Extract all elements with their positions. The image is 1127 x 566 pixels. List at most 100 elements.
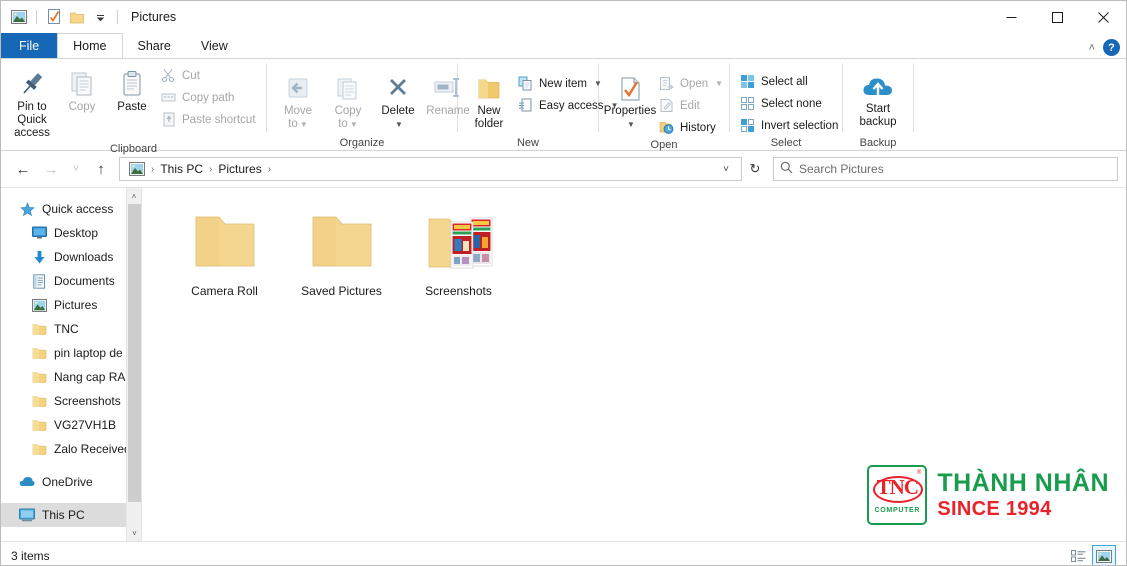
copy-path-button[interactable]: Copy path — [157, 87, 261, 108]
sidebar-item-label: Screenshots — [54, 394, 121, 408]
ribbon-divider-6 — [913, 63, 914, 132]
sidebar-item-label: Pictures — [54, 298, 98, 312]
chevron-down-icon[interactable]: ▼ — [627, 118, 635, 131]
chevron-down-icon[interactable]: ▼ — [395, 118, 403, 131]
file-list-pane[interactable]: Camera Roll Saved Pictures Screenshots ®… — [142, 188, 1126, 541]
copy-to-button[interactable]: Copy to ▼ — [323, 67, 373, 133]
quick-access-toolbar — [1, 5, 122, 29]
ribbon-group-clipboard: Pin to Quick access Copy Paste Cut Copy … — [1, 59, 266, 155]
sidebar-item-desktop[interactable]: Desktop — [1, 221, 141, 245]
group-label-organize: Organize — [339, 137, 385, 149]
btn-label: Edit — [680, 99, 700, 112]
new-folder-icon[interactable] — [67, 7, 87, 27]
paste-shortcut-button[interactable]: Paste shortcut — [157, 109, 261, 130]
sidebar-item-onedrive[interactable]: OneDrive — [1, 470, 141, 494]
breadcrumb[interactable]: › This PC › Pictures › ˅ — [119, 157, 742, 181]
btn-label: Select none — [761, 97, 822, 110]
back-button[interactable]: ← — [9, 155, 37, 183]
easy-access-icon — [517, 97, 534, 114]
breadcrumb-dropdown-icon[interactable]: ˅ — [715, 158, 737, 180]
sidebar-item-label: Quick access — [42, 202, 114, 216]
close-button[interactable] — [1080, 1, 1126, 33]
paste-button[interactable]: Paste — [107, 63, 157, 116]
sidebar-item-pin-laptop-de[interactable]: pin laptop de — [1, 341, 141, 365]
sidebar-item-zalo-received-files[interactable]: Zalo Received Fi — [1, 437, 141, 461]
start-backup-button[interactable]: Start backup — [853, 65, 903, 131]
select-all-button[interactable]: Select all — [736, 71, 843, 92]
properties-icon[interactable] — [44, 7, 64, 27]
sidebar-item-tnc[interactable]: TNC — [1, 317, 141, 341]
sidebar-item-screenshots[interactable]: Screenshots — [1, 389, 141, 413]
list-item[interactable]: Saved Pictures — [283, 202, 400, 302]
breadcrumb-root-icon[interactable] — [124, 159, 150, 179]
invert-selection-button[interactable]: Invert selection — [736, 115, 843, 136]
sidebar-item-pictures[interactable]: Pictures — [1, 293, 141, 317]
sidebar-item-vg27vh1b[interactable]: VG27VH1B — [1, 413, 141, 437]
breadcrumb-item-this-pc[interactable]: This PC — [155, 159, 208, 179]
up-button[interactable]: ↑ — [87, 155, 115, 183]
list-item[interactable]: Camera Roll — [166, 202, 283, 302]
tab-home[interactable]: Home — [57, 33, 123, 58]
watermark-line1: THÀNH NHÂN — [937, 469, 1109, 497]
chevron-down-icon[interactable]: ▼ — [715, 79, 723, 88]
desktop-icon — [31, 225, 47, 241]
breadcrumb-item-pictures[interactable]: Pictures — [213, 159, 266, 179]
select-none-icon — [739, 95, 756, 112]
tab-view[interactable]: View — [186, 33, 243, 58]
paste-shortcut-icon — [160, 111, 177, 128]
pictures-icon[interactable] — [9, 7, 29, 27]
new-folder-button[interactable]: New folder — [464, 67, 514, 133]
pin-to-quick-access-button[interactable]: Pin to Quick access — [7, 63, 57, 142]
details-view-button[interactable] — [1066, 545, 1090, 565]
history-button[interactable]: History — [655, 117, 728, 138]
maximize-button[interactable] — [1034, 1, 1080, 33]
scroll-down-button[interactable]: ˅ — [127, 525, 141, 541]
sidebar-item-this-pc[interactable]: This PC — [1, 503, 141, 527]
sidebar-item-quick-access[interactable]: Quick access — [1, 197, 141, 221]
file-explorer-window: Pictures File Home Share View ˄ ? Pin to… — [0, 0, 1127, 566]
sidebar-item-nang-cap-ram[interactable]: Nang cap RAM — [1, 365, 141, 389]
refresh-button[interactable]: ↻ — [742, 157, 768, 181]
list-item[interactable]: Screenshots — [400, 202, 517, 302]
btn-line1: Paste — [117, 101, 147, 113]
tab-share[interactable]: Share — [123, 33, 186, 58]
select-none-button[interactable]: Select none — [736, 93, 843, 114]
open-small-buttons: Open ▼ Edit History — [655, 67, 728, 138]
sidebar-item-downloads[interactable]: Downloads — [1, 245, 141, 269]
forward-button[interactable]: → — [37, 155, 65, 183]
open-button[interactable]: Open ▼ — [655, 73, 728, 94]
collapse-ribbon-icon[interactable]: ˄ — [1089, 42, 1095, 54]
large-icons-view-button[interactable] — [1092, 545, 1116, 565]
item-count-label: 3 items — [11, 549, 50, 563]
search-box[interactable]: Search Pictures — [773, 157, 1118, 181]
search-input[interactable]: Search Pictures — [799, 162, 884, 176]
properties-button[interactable]: Properties ▼ — [604, 67, 656, 133]
copy-to-icon — [333, 69, 363, 103]
chevron-down-icon[interactable]: ▼ — [350, 120, 358, 129]
tnc-watermark-logo: ® TNC COMPUTER THÀNH NHÂN SINCE 1994 — [867, 465, 1109, 525]
folder-icon — [31, 417, 47, 433]
delete-button[interactable]: Delete ▼ — [373, 67, 423, 133]
scrollbar-thumb[interactable] — [128, 204, 141, 502]
group-label-clipboard: Clipboard — [109, 143, 158, 155]
sidebar-item-label: VG27VH1B — [54, 418, 117, 432]
ribbon-tab-right-controls: ˄ ? — [1089, 39, 1120, 56]
file-grid: Camera Roll Saved Pictures Screenshots — [142, 202, 1126, 302]
edit-button[interactable]: Edit — [655, 95, 728, 116]
recent-locations-button[interactable]: ˅ — [65, 155, 87, 183]
cut-button[interactable]: Cut — [157, 65, 261, 86]
help-icon[interactable]: ? — [1103, 39, 1120, 56]
btn-line1: Move — [283, 105, 313, 117]
minimize-button[interactable] — [988, 1, 1034, 33]
breadcrumb-separator-2[interactable]: › — [267, 164, 272, 175]
qat-separator-2 — [117, 10, 118, 24]
sidebar-item-documents[interactable]: Documents — [1, 269, 141, 293]
copy-button[interactable]: Copy — [57, 63, 107, 116]
customize-dropdown-icon[interactable] — [90, 7, 110, 27]
move-to-button[interactable]: Move to ▼ — [273, 67, 323, 133]
sidebar-scrollbar[interactable]: ˄ ˅ — [126, 188, 141, 541]
btn-line2-row: to ▼ — [288, 118, 308, 131]
chevron-down-icon[interactable]: ▼ — [300, 120, 308, 129]
scroll-up-button[interactable]: ˄ — [127, 188, 141, 204]
tab-file[interactable]: File — [1, 33, 58, 58]
